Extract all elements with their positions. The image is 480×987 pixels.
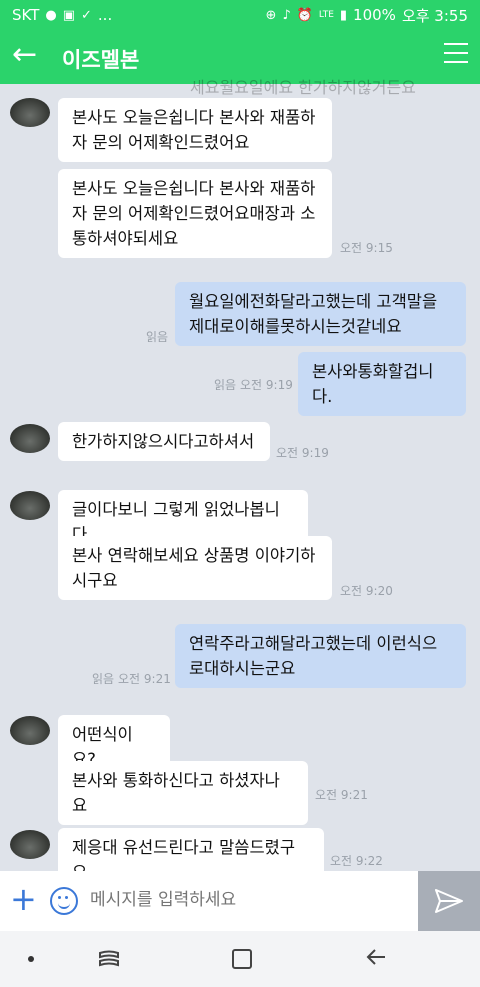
message-time: 오전 9:15 xyxy=(340,241,393,255)
lte-label: LTE xyxy=(318,10,334,20)
read-receipt: 읽음 xyxy=(92,672,115,686)
v-icon: ✓ xyxy=(81,7,92,23)
chat-title: 이즈멜본 xyxy=(62,48,140,72)
send-icon xyxy=(435,889,463,913)
message-input-bar: + xyxy=(0,871,480,931)
status-left: SKT ● ▣ ✓ ... xyxy=(12,6,112,24)
plus-icon[interactable]: + xyxy=(10,881,37,917)
signal-icon: ▮ xyxy=(339,7,348,23)
sync-icon: ⊕ xyxy=(265,7,277,23)
message-time: 오전 9:21 xyxy=(118,672,171,686)
message-bubble-out: 월요일에전화달라고했는데 고객말을제대로이해를못하시는것같네요 xyxy=(175,282,466,346)
message-bubble-out: 본사와통화할겁니다. xyxy=(298,352,466,416)
message-bubble-in: 본사도 오늘은쉽니다 본사와 재품하자 문의 어제확인드렸어요 xyxy=(58,98,332,162)
home-icon[interactable] xyxy=(232,949,252,969)
message-bubble-in: 본사 연락해보세요 상품명 이야기하시구요 xyxy=(58,536,332,600)
message-bubble-in: 한가하지않으시다고하셔서 xyxy=(58,422,270,461)
menu-icon[interactable] xyxy=(444,43,468,70)
chat-area[interactable]: 본사도 오늘은쉽니다 본사와 재품하자 문의 어제확인드렸어요 본사도 오늘은쉽… xyxy=(0,84,480,892)
battery-level: 100% xyxy=(353,6,396,24)
message-bubble-in: 본사도 오늘은쉽니다 본사와 재품하자 문의 어제확인드렸어요매장과 소통하셔야… xyxy=(58,169,332,258)
system-nav-bar xyxy=(0,931,480,987)
message-input[interactable] xyxy=(88,889,412,911)
mute-icon: ♪ xyxy=(282,7,291,23)
recent-apps-icon[interactable] xyxy=(98,949,120,969)
status-bar: SKT ● ▣ ✓ ... ⊕ ♪ ⏰ LTE ▮ 100% 오후 3:55 xyxy=(0,0,480,30)
emoji-icon[interactable] xyxy=(50,887,78,915)
avatar[interactable] xyxy=(10,716,50,745)
back-arrow-icon[interactable]: ← xyxy=(12,40,37,70)
read-receipt: 읽음 xyxy=(214,378,237,392)
carrier-label: SKT xyxy=(12,6,40,24)
clock: 오후 3:55 xyxy=(401,6,468,25)
avatar[interactable] xyxy=(10,491,50,520)
app-bar: ← 이즈멜본 세요월요일에요 한가하지않거든요 xyxy=(0,30,480,97)
status-right: ⊕ ♪ ⏰ LTE ▮ 100% 오후 3:55 xyxy=(266,5,468,26)
avatar[interactable] xyxy=(10,424,50,453)
image-icon: ▣ xyxy=(62,7,75,23)
back-icon[interactable] xyxy=(365,947,387,967)
message-time: 오전 9:19 xyxy=(276,446,329,460)
message-time: 오전 9:19 xyxy=(240,378,293,392)
send-button[interactable] xyxy=(418,871,480,931)
message-bubble-out: 연락주라고해달라고했는데 이런식으로대하시는군요 xyxy=(175,624,466,688)
alarm-icon: ⏰ xyxy=(296,7,313,23)
talk-badge-icon: ● xyxy=(45,7,57,23)
avatar[interactable] xyxy=(10,830,50,859)
dot-icon[interactable] xyxy=(28,956,34,962)
more-notifications: ... xyxy=(97,6,113,24)
read-receipt: 읽음 xyxy=(146,330,169,344)
message-bubble-in: 본사와 통화하신다고 하셨자나요 xyxy=(58,761,308,825)
message-time: 오전 9:20 xyxy=(340,584,393,598)
avatar[interactable] xyxy=(10,98,50,127)
message-time: 오전 9:22 xyxy=(330,854,383,868)
message-time: 오전 9:21 xyxy=(315,788,368,802)
